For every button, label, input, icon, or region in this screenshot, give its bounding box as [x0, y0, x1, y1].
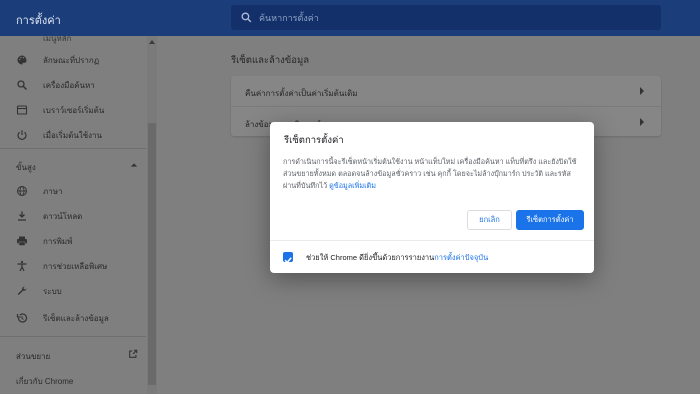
- learn-more-link[interactable]: ดูข้อมูลเพิ่มเติม: [329, 181, 376, 190]
- report-settings-text: ช่วยให้ Chrome ดียิ่งขึ้นด้วยการรายงาน: [306, 253, 435, 262]
- sidebar-item-label: เกี่ยวกับ Chrome: [16, 377, 74, 386]
- chevron-right-icon: [640, 87, 644, 95]
- reset-settings-dialog: รีเซ็ตการตั้งค่า การดำเนินการนี้จะรีเซ็ต…: [270, 122, 594, 273]
- row-label: คืนค่าการตั้งค่าเป็นค่าเริ่มต้นเดิม: [245, 89, 358, 98]
- sidebar-item-label: การพิมพ์: [43, 236, 73, 246]
- sidebar-item-search-engine[interactable]: เครื่องมือค้นหา: [0, 75, 146, 95]
- top-bar: การตั้งค่า: [0, 0, 700, 36]
- reset-settings-button[interactable]: รีเซ็ตการตั้งค่า: [516, 210, 584, 230]
- sidebar-item-appearance[interactable]: ลักษณะที่ปรากฏ: [0, 50, 146, 70]
- report-settings-label: ช่วยให้ Chrome ดียิ่งขึ้นด้วยการรายงานกา…: [306, 252, 488, 264]
- printer-icon: [17, 236, 27, 246]
- sidebar: เมนูหลัก ลักษณะที่ปรากฏ เครื่องมือค้นหา …: [0, 36, 158, 394]
- sidebar-item-downloads[interactable]: ดาวน์โหลด: [0, 206, 146, 226]
- globe-icon: [17, 186, 27, 196]
- power-icon: [17, 130, 27, 140]
- sidebar-item-system[interactable]: ระบบ: [0, 281, 146, 301]
- sidebar-item-default-browser[interactable]: เบราว์เซอร์เริ่มต้น: [0, 100, 146, 120]
- sidebar-item-reset[interactable]: รีเซ็ตและล้างข้อมูล: [0, 308, 146, 328]
- download-icon: [18, 211, 26, 221]
- search-icon: [17, 80, 28, 91]
- advanced-section-title: ขั้นสูง: [16, 163, 36, 172]
- sidebar-partial-item-label[interactable]: เมนูหลัก: [43, 36, 72, 45]
- advanced-section-toggle[interactable]: ขั้นสูง: [0, 155, 146, 175]
- chevron-right-icon: [640, 118, 644, 126]
- sidebar-item-accessibility[interactable]: การช่วยเหลือพิเศษ: [0, 256, 146, 276]
- sidebar-item-label: การช่วยเหลือพิเศษ: [43, 261, 108, 271]
- sidebar-item-label: ส่วนขยาย: [16, 352, 51, 361]
- accessibility-icon: [17, 260, 27, 272]
- sidebar-scrollbar-thumb[interactable]: [148, 123, 156, 385]
- restore-icon: [16, 313, 28, 323]
- restore-defaults-row[interactable]: คืนค่าการตั้งค่าเป็นค่าเริ่มต้นเดิม: [231, 76, 661, 106]
- page-section-heading: รีเซ็ตและล้างข้อมูล: [231, 55, 310, 66]
- sidebar-item-label: เมื่อเริ่มต้นใช้งาน: [43, 130, 102, 140]
- current-settings-link[interactable]: การตั้งค่าปัจจุบัน: [434, 253, 488, 262]
- palette-icon: [17, 55, 27, 65]
- sidebar-divider: [0, 148, 146, 149]
- search-box[interactable]: [231, 5, 661, 30]
- sidebar-item-printing[interactable]: การพิมพ์: [0, 231, 146, 251]
- dialog-body-text: การดำเนินการนี้จะรีเซ็ตหน้าเริ่มต้นใช้งา…: [283, 157, 577, 190]
- sidebar-item-about-chrome[interactable]: เกี่ยวกับ Chrome: [0, 369, 146, 389]
- report-settings-checkbox[interactable]: [283, 252, 293, 264]
- search-input[interactable]: [259, 9, 649, 26]
- search-icon: [241, 12, 252, 23]
- cancel-button[interactable]: ยกเลิก: [467, 210, 512, 230]
- sidebar-item-label: เบราว์เซอร์เริ่มต้น: [43, 105, 105, 115]
- sidebar-item-label: เครื่องมือค้นหา: [43, 80, 95, 90]
- app-title: การตั้งค่า: [16, 15, 61, 27]
- dialog-divider: [270, 240, 594, 241]
- sidebar-item-on-startup[interactable]: เมื่อเริ่มต้นใช้งาน: [0, 125, 146, 145]
- wrench-icon: [17, 286, 27, 295]
- sidebar-item-languages[interactable]: ภาษา: [0, 181, 146, 201]
- dialog-title: รีเซ็ตการตั้งค่า: [284, 135, 344, 146]
- open-in-new-icon: [129, 349, 138, 358]
- sidebar-item-extensions[interactable]: ส่วนขยาย: [0, 344, 146, 364]
- sidebar-divider: [0, 336, 146, 337]
- sidebar-item-label: ภาษา: [43, 186, 63, 196]
- sidebar-item-label: ลักษณะที่ปรากฏ: [43, 55, 100, 65]
- sidebar-item-label: ระบบ: [43, 286, 62, 296]
- scroll-up-arrow-icon[interactable]: [149, 39, 155, 44]
- chevron-up-icon: [130, 163, 138, 167]
- sidebar-item-label: รีเซ็ตและล้างข้อมูล: [43, 313, 109, 323]
- dialog-body: การดำเนินการนี้จะรีเซ็ตหน้าเริ่มต้นใช้งา…: [283, 156, 583, 192]
- browser-icon: [16, 105, 28, 115]
- check-icon: [284, 257, 292, 264]
- sidebar-item-label: ดาวน์โหลด: [43, 211, 83, 221]
